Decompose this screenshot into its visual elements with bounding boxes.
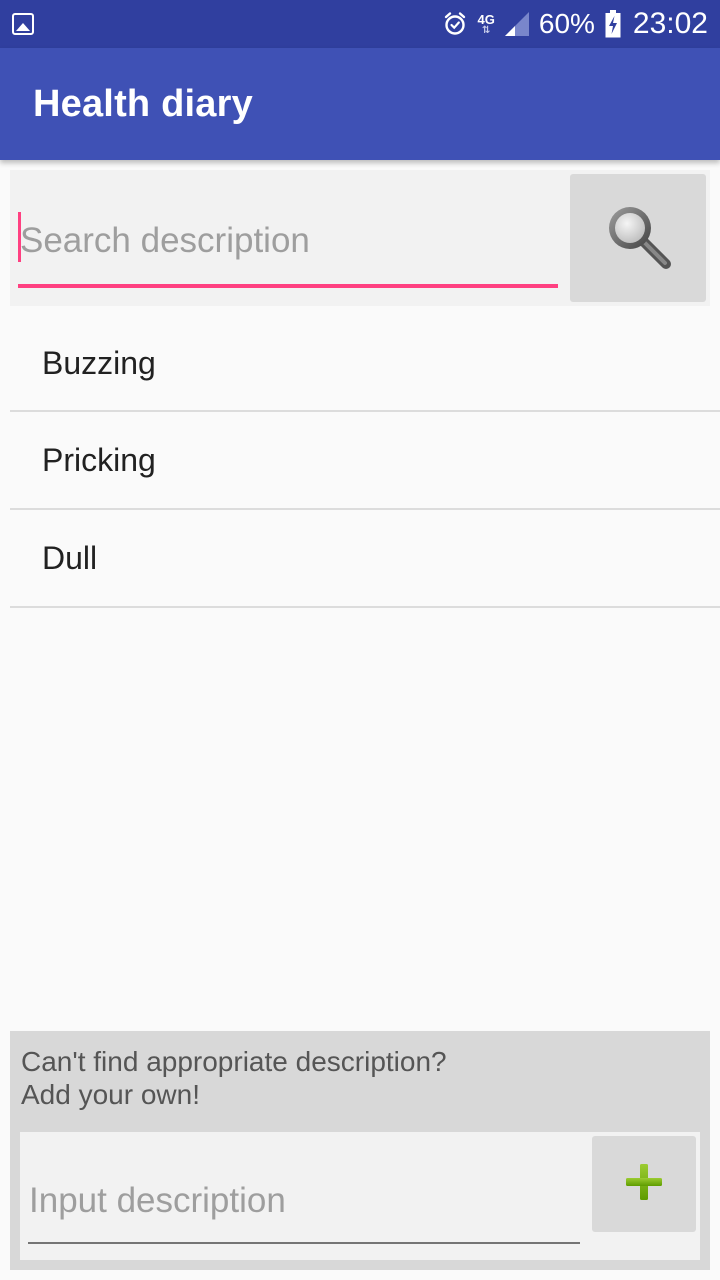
- list-item[interactable]: Dull: [10, 510, 720, 608]
- signal-icon: [504, 12, 529, 36]
- list-item-label: Buzzing: [42, 344, 156, 381]
- status-right: 4G ⇅ 60% 23:02: [442, 7, 708, 41]
- battery-percent: 60%: [538, 8, 595, 39]
- add-description-panel: Can't find appropriate description? Add …: [10, 1031, 710, 1270]
- plus-icon: [624, 1162, 664, 1207]
- alarm-icon: [442, 11, 468, 37]
- app-title: Health diary: [33, 82, 253, 125]
- list-item-label: Dull: [42, 539, 98, 576]
- app-bar: Health diary: [0, 48, 720, 160]
- list-item[interactable]: Pricking: [10, 412, 720, 510]
- text-cursor: [18, 212, 21, 262]
- add-description-row: [20, 1132, 700, 1260]
- list-item[interactable]: Buzzing: [10, 316, 720, 412]
- search-button[interactable]: [570, 174, 706, 302]
- gallery-icon: [12, 13, 34, 35]
- hint-line-1: Can't find appropriate description?: [21, 1046, 447, 1077]
- add-description-hint: Can't find appropriate description? Add …: [21, 1045, 681, 1111]
- search-input[interactable]: [18, 206, 558, 288]
- search-area: [10, 170, 710, 306]
- status-bar: 4G ⇅ 60% 23:02: [0, 0, 720, 48]
- description-list: Buzzing Pricking Dull: [10, 316, 720, 608]
- hint-line-2: Add your own!: [21, 1079, 200, 1110]
- description-input[interactable]: [28, 1154, 580, 1244]
- network-type-label: 4G: [477, 11, 495, 27]
- clock: 23:02: [632, 7, 708, 40]
- network-type-indicator: 4G ⇅: [478, 13, 495, 36]
- add-button[interactable]: [592, 1136, 696, 1232]
- battery-charging-icon: [605, 10, 621, 38]
- search-input-wrap: [18, 206, 558, 288]
- status-left: [12, 13, 34, 35]
- search-icon: [602, 200, 674, 277]
- data-arrows-icon: ⇅: [482, 24, 491, 36]
- list-item-label: Pricking: [42, 441, 156, 478]
